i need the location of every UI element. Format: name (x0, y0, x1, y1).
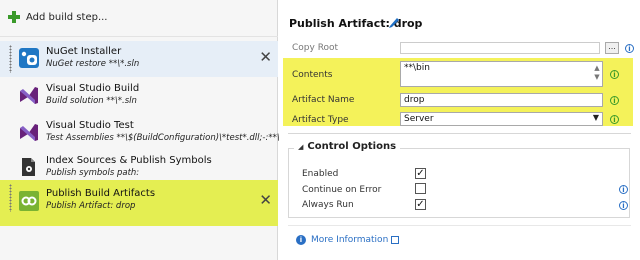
chevron-down-icon: ▼ (592, 113, 599, 122)
enabled-checkbox[interactable]: ✓ (415, 168, 426, 179)
step-subtitle: Build solution **\*.sln (46, 96, 137, 106)
always-run-label: Always Run (302, 200, 354, 210)
continue-on-error-checkbox[interactable] (415, 183, 426, 194)
external-link-icon (391, 236, 400, 244)
resize-spinner-icon[interactable]: ▲ ▼ (593, 64, 601, 84)
artifact-name-input[interactable]: drop (400, 93, 603, 107)
plus-icon (8, 11, 20, 23)
build-step-visual-studio-build[interactable]: Visual Studio Build Build solution **\*.… (0, 78, 278, 114)
visual-studio-icon (20, 124, 38, 141)
contents-value: **\bin (404, 63, 430, 73)
step-subtitle: Publish Artifact: drop (46, 201, 136, 211)
info-icon[interactable]: i (610, 96, 619, 105)
divider (0, 36, 278, 37)
copy-root-label: Copy Root (292, 43, 339, 53)
more-information-link[interactable]: i More Information (296, 235, 400, 245)
add-build-step-button[interactable]: Add build step... (8, 11, 107, 23)
artifact-type-label: Artifact Type (292, 115, 349, 125)
build-step-visual-studio-test[interactable]: Visual Studio Test Test Assemblies **\$(… (0, 115, 304, 151)
build-step-publish-build-artifacts[interactable]: Publish Build Artifacts Publish Artifact… (0, 180, 278, 226)
info-icon[interactable]: i (610, 70, 619, 79)
close-icon[interactable]: ✕ (259, 193, 272, 208)
always-run-checkbox[interactable]: ✓ (415, 199, 426, 210)
control-options-toggle[interactable]: ◢ Control Options (294, 141, 401, 152)
collapse-triangle-icon: ◢ (298, 142, 304, 151)
page-title: Publish Artifact: drop (289, 17, 423, 30)
step-title: Visual Studio Build (46, 83, 140, 94)
step-title: Publish Build Artifacts (46, 188, 156, 199)
drag-handle-icon[interactable] (9, 45, 12, 73)
info-icon[interactable]: i (619, 201, 628, 210)
control-options-title: Control Options (307, 141, 397, 152)
visual-studio-icon (20, 87, 38, 104)
step-subtitle: Publish symbols path: (46, 168, 140, 178)
divider (288, 225, 631, 226)
drag-handle-icon[interactable] (9, 184, 12, 212)
step-details-panel: Publish Artifact: drop Copy Root ... i C… (279, 0, 640, 260)
step-title: NuGet Installer (46, 46, 122, 57)
info-icon[interactable]: i (619, 185, 628, 194)
browse-button[interactable]: ... (605, 42, 619, 54)
symbols-icon (22, 158, 35, 176)
step-title: Visual Studio Test (46, 120, 134, 131)
info-icon[interactable]: i (610, 115, 619, 124)
more-information-label: More Information (311, 235, 389, 245)
close-icon[interactable]: ✕ (259, 50, 272, 65)
contents-input[interactable]: **\bin (400, 61, 603, 87)
enabled-label: Enabled (302, 169, 339, 179)
publish-artifact-icon (19, 191, 39, 211)
info-icon: i (296, 235, 306, 245)
build-steps-panel: Add build step... NuGet Installer NuGet … (0, 0, 304, 260)
continue-on-error-label: Continue on Error (302, 185, 382, 195)
info-icon[interactable]: i (625, 44, 634, 53)
artifact-type-select[interactable]: Server ▼ (400, 112, 603, 126)
copy-root-input[interactable] (400, 42, 600, 54)
artifact-type-value: Server (404, 114, 434, 124)
nuget-icon (19, 48, 39, 68)
divider (288, 133, 631, 134)
build-step-nuget-installer[interactable]: NuGet Installer NuGet restore **\*.sln ✕ (0, 41, 278, 77)
contents-label: Contents (292, 70, 333, 80)
add-build-step-label: Add build step... (26, 11, 108, 23)
step-subtitle: NuGet restore **\*.sln (46, 59, 140, 69)
step-title: Index Sources & Publish Symbols (46, 155, 212, 166)
pencil-icon[interactable] (388, 16, 400, 29)
artifact-name-label: Artifact Name (292, 95, 355, 105)
step-subtitle: Test Assemblies **\$(BuildConfiguration)… (46, 133, 305, 143)
